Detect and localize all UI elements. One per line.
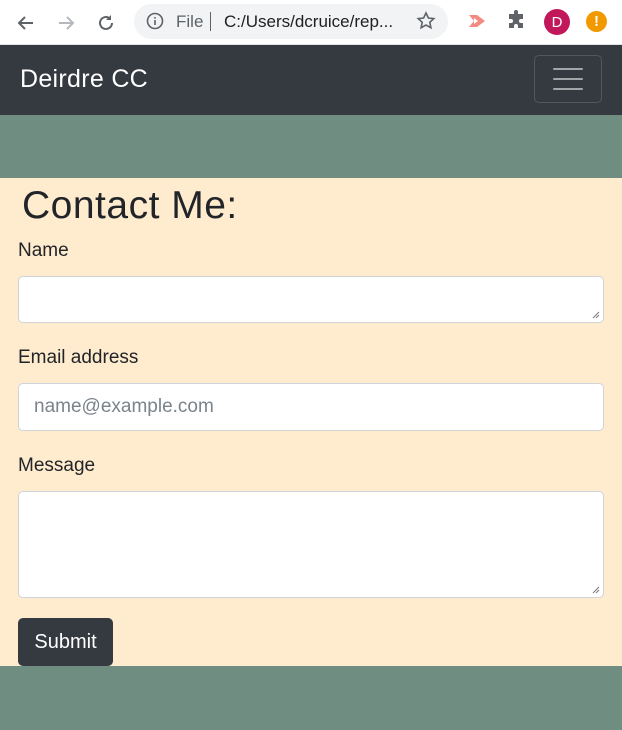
navbar-toggler-button[interactable] (534, 55, 602, 103)
profile-avatar[interactable]: D (544, 9, 570, 35)
navbar-brand[interactable]: Deirdre CC (20, 65, 148, 94)
browser-toolbar: File C:/Users/dcruice/rep... D ! (0, 0, 622, 45)
hamburger-icon-bar (553, 88, 583, 90)
resize-handle-icon[interactable] (592, 311, 600, 319)
email-placeholder: name@example.com (34, 396, 214, 417)
submit-button[interactable]: Submit (18, 618, 113, 666)
name-label: Name (18, 240, 69, 261)
url-text[interactable]: C:/Users/dcruice/rep... (224, 12, 414, 32)
contact-form: Contact Me: Name Email address name@exam… (0, 178, 622, 666)
info-icon[interactable] (146, 12, 164, 35)
extensions-puzzle-icon[interactable] (505, 9, 529, 38)
hamburger-icon-bar (553, 68, 583, 70)
bookmark-star-icon[interactable] (416, 11, 436, 36)
update-alert-icon[interactable]: ! (586, 11, 607, 32)
resize-handle-icon[interactable] (592, 586, 600, 594)
hamburger-icon-bar (553, 78, 583, 80)
message-field[interactable] (18, 491, 604, 598)
footer-band (0, 666, 622, 730)
email-field[interactable]: name@example.com (18, 383, 604, 431)
page-title: Contact Me: (22, 184, 238, 227)
url-scheme-label: File (176, 11, 204, 31)
address-bar[interactable]: File C:/Users/dcruice/rep... (134, 4, 448, 39)
back-button[interactable] (13, 10, 39, 36)
forward-button[interactable] (53, 10, 79, 36)
message-label: Message (18, 455, 96, 476)
reload-icon (99, 15, 113, 30)
header-band (0, 115, 622, 178)
extension-cast-icon[interactable] (465, 9, 489, 38)
email-label: Email address (18, 347, 139, 368)
name-field[interactable] (18, 276, 604, 323)
arrow-right-icon (59, 16, 75, 30)
site-navbar: Deirdre CC (0, 45, 622, 115)
arrow-left-icon (17, 16, 33, 30)
divider (210, 12, 211, 31)
reload-button[interactable] (93, 10, 119, 36)
